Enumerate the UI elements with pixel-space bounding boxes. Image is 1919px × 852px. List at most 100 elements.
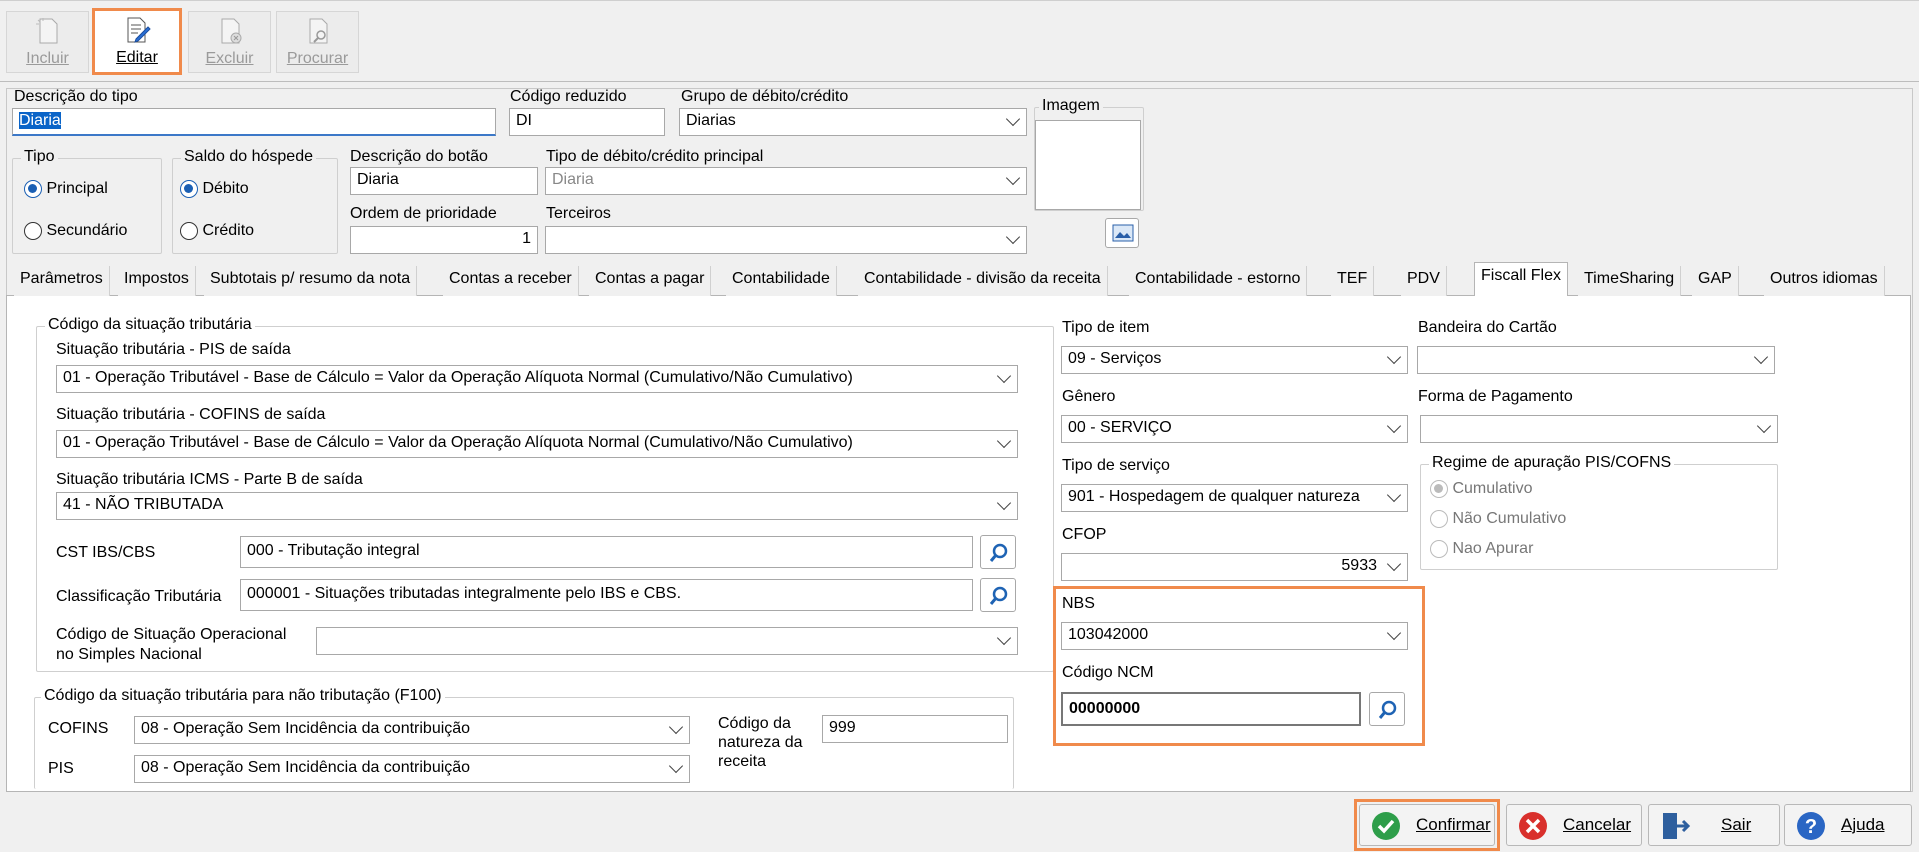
tipo-secundario-radio[interactable]: Secundário: [24, 222, 127, 240]
incluir-button[interactable]: Incluir: [6, 11, 89, 73]
tipo-item-label: Tipo de item: [1062, 319, 1150, 336]
radio-icon: [24, 222, 42, 240]
tab-bar: Parâmetros Impostos Subtotais p/ resumo …: [6, 262, 1911, 296]
cancelar-button[interactable]: Cancelar: [1506, 804, 1642, 846]
chevron-down-icon: [1386, 487, 1402, 503]
bandeira-select[interactable]: [1417, 346, 1775, 374]
tab-contabilidade[interactable]: Contabilidade: [726, 266, 837, 296]
tipo-principal-label: Principal: [46, 180, 108, 198]
tab-subtotais[interactable]: Subtotais p/ resumo da nota: [204, 266, 418, 296]
editar-button[interactable]: Editar: [92, 8, 182, 75]
ncm-search-button[interactable]: [1369, 692, 1405, 726]
ncm-input[interactable]: 00000000: [1061, 692, 1361, 726]
cfop-value: 5933: [1341, 557, 1377, 574]
terceiros-select[interactable]: [545, 226, 1027, 254]
imagem-label: Imagem: [1039, 97, 1103, 115]
descricao-tipo-value: Diaria: [19, 112, 61, 129]
tab-contas-pagar[interactable]: Contas a pagar: [589, 266, 712, 296]
pis-saida-value: 01 - Operação Tributável - Base de Cálcu…: [63, 369, 853, 386]
icms-saida-select[interactable]: 41 - NÃO TRIBUTADA: [56, 492, 1018, 520]
natureza-input[interactable]: 999: [822, 715, 1008, 743]
confirmar-button[interactable]: Confirmar: [1359, 804, 1495, 846]
regime-nao-apurar-label: Nao Apurar: [1452, 540, 1534, 558]
ibs-cbs-input[interactable]: 000 - Tributação integral: [240, 536, 973, 568]
ordem-label: Ordem de prioridade: [350, 205, 497, 222]
tab-tef[interactable]: TEF: [1331, 266, 1375, 296]
tipo-item-select[interactable]: 09 - Serviços: [1061, 346, 1408, 374]
tab-contabilidade-estorno[interactable]: Contabilidade - estorno: [1129, 266, 1308, 296]
regime-cumulativo-radio[interactable]: Cumulativo: [1430, 480, 1532, 498]
tab-impostos[interactable]: Impostos: [118, 266, 196, 296]
radio-icon: [180, 222, 198, 240]
picture-icon: [1112, 224, 1134, 242]
excluir-label: Excluir: [205, 50, 254, 67]
chevron-down-icon: [1005, 229, 1021, 245]
check-circle-icon: [1372, 812, 1400, 840]
radio-icon: [1430, 480, 1448, 498]
desc-botao-input[interactable]: Diaria: [350, 167, 538, 195]
regime-nao-apurar-radio[interactable]: Nao Apurar: [1430, 540, 1533, 558]
procurar-button[interactable]: Procurar: [276, 11, 359, 73]
radio-icon: [180, 180, 198, 198]
bandeira-label: Bandeira do Cartão: [1418, 319, 1557, 336]
desc-botao-label: Descrição do botão: [350, 148, 488, 165]
regime-nao-cumulativo-radio[interactable]: Não Cumulativo: [1430, 510, 1566, 528]
tipo-servico-select[interactable]: 901 - Hospedagem de qualquer natureza: [1061, 484, 1408, 512]
help-icon: ?: [1797, 812, 1825, 840]
tab-contabilidade-divisao[interactable]: Contabilidade - divisão da receita: [858, 266, 1108, 296]
grupo-value: Diarias: [686, 112, 736, 129]
genero-select[interactable]: 00 - SERVIÇO: [1061, 415, 1408, 443]
regime-title: Regime de apuração PIS/COFNS: [1429, 454, 1675, 472]
f100-cofins-select[interactable]: 08 - Operação Sem Incidência da contribu…: [134, 716, 690, 744]
chevron-down-icon: [1386, 556, 1402, 572]
new-document-icon: [35, 18, 57, 44]
forma-pagamento-label: Forma de Pagamento: [1418, 388, 1573, 405]
saldo-credito-radio[interactable]: Crédito: [180, 222, 254, 240]
tab-gap[interactable]: GAP: [1692, 266, 1739, 296]
tipo-principal-radio[interactable]: Principal: [24, 180, 108, 198]
genero-value: 00 - SERVIÇO: [1068, 419, 1172, 436]
cst-group-title: Código da situação tributária: [45, 316, 255, 334]
nbs-label: NBS: [1062, 595, 1095, 612]
excluir-button[interactable]: Excluir: [188, 11, 271, 73]
tab-pdv[interactable]: PDV: [1401, 266, 1447, 296]
tab-outros-idiomas[interactable]: Outros idiomas: [1764, 266, 1885, 296]
image-picker-button[interactable]: [1105, 218, 1139, 248]
grupo-select[interactable]: Diarias: [679, 108, 1027, 136]
chevron-down-icon: [1386, 349, 1402, 365]
sair-button[interactable]: Sair: [1648, 804, 1780, 846]
nbs-select[interactable]: 103042000: [1061, 622, 1408, 650]
chevron-down-icon: [1386, 418, 1402, 434]
classificacao-search-button[interactable]: [980, 578, 1016, 612]
ajuda-button[interactable]: ? Ajuda: [1784, 804, 1912, 846]
tipo-label: Tipo: [21, 148, 58, 166]
f100-pis-select[interactable]: 08 - Operação Sem Incidência da contribu…: [134, 755, 690, 783]
chevron-down-icon: [996, 433, 1012, 449]
simples-select[interactable]: [316, 627, 1018, 655]
image-preview[interactable]: [1035, 120, 1141, 210]
toolbar: Incluir Editar Excluir Procurar: [0, 0, 1919, 82]
delete-document-icon: [221, 18, 241, 44]
nbs-value: 103042000: [1068, 626, 1149, 643]
f100-pis-value: 08 - Operação Sem Incidência da contribu…: [141, 759, 471, 776]
cofins-saida-select[interactable]: 01 - Operação Tributável - Base de Cálcu…: [56, 430, 1018, 458]
editar-label: Editar: [116, 49, 158, 66]
cfop-select[interactable]: 5933: [1061, 553, 1408, 581]
ncm-label: Código NCM: [1062, 664, 1154, 681]
ordem-input[interactable]: 1: [350, 226, 538, 254]
tab-fiscall-flex[interactable]: Fiscall Flex: [1474, 262, 1569, 296]
f100-title: Código da situação tributária para não t…: [41, 687, 445, 705]
tipo-servico-value: 901 - Hospedagem de qualquer natureza: [1068, 488, 1360, 505]
pis-saida-select[interactable]: 01 - Operação Tributável - Base de Cálcu…: [56, 365, 1018, 393]
tipo-principal-dc-select[interactable]: Diaria: [545, 167, 1027, 195]
descricao-tipo-input[interactable]: Diaria: [12, 108, 496, 136]
descricao-tipo-label: Descrição do tipo: [14, 88, 138, 105]
saldo-debito-radio[interactable]: Débito: [180, 180, 249, 198]
tab-timesharing[interactable]: TimeSharing: [1578, 266, 1682, 296]
tab-contas-receber[interactable]: Contas a receber: [443, 266, 579, 296]
codigo-reduzido-input[interactable]: DI: [509, 108, 665, 136]
classificacao-input[interactable]: 000001 - Situações tributadas integralme…: [240, 579, 973, 611]
ibs-cbs-search-button[interactable]: [980, 535, 1016, 569]
tab-parametros[interactable]: Parâmetros: [14, 266, 110, 296]
forma-pagamento-select[interactable]: [1420, 415, 1778, 443]
